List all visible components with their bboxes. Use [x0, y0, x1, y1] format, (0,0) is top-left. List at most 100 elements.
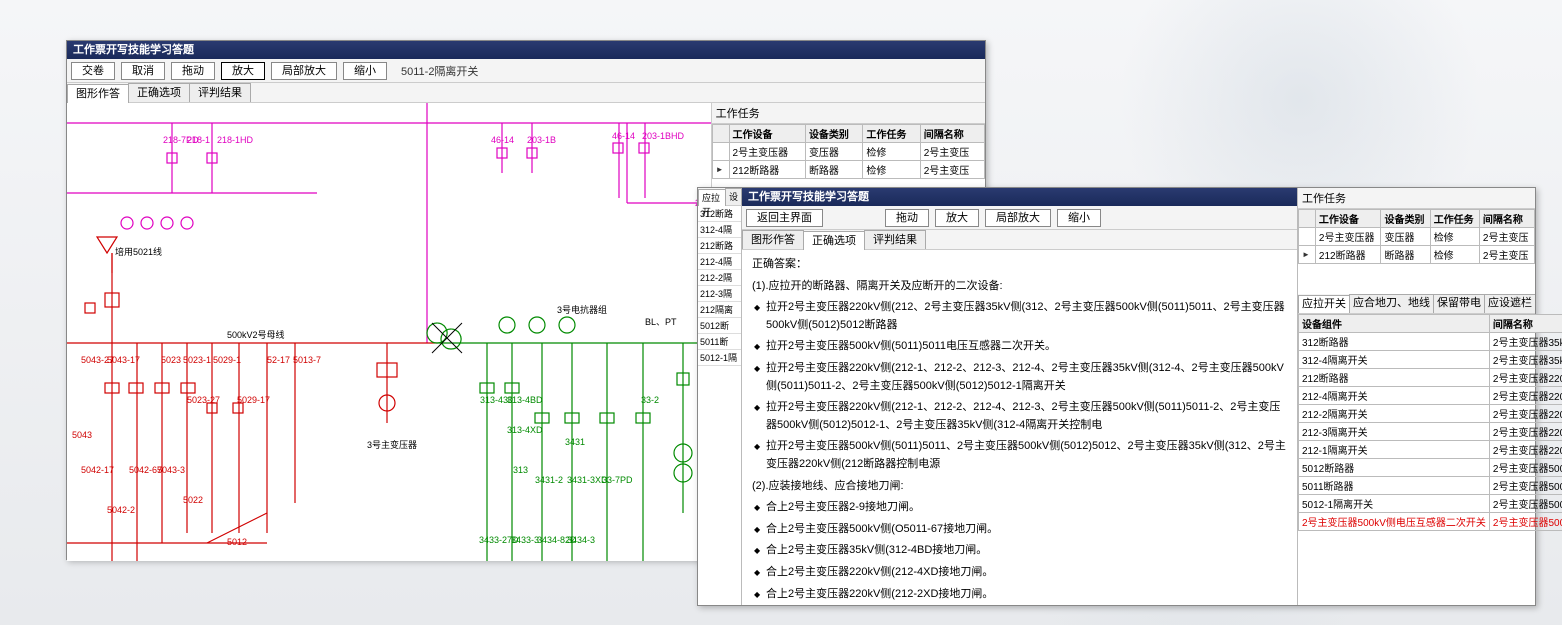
svg-text:BL、PT: BL、PT [645, 317, 677, 327]
table-row[interactable]: 212断路器断路器检修2号主变压 [1299, 246, 1535, 264]
svg-text:5023: 5023 [161, 355, 181, 365]
table-row[interactable]: 2号主变压器变压器检修2号主变压 [1299, 228, 1535, 246]
table-row-error[interactable]: 2号主变压器500kV侧电压互感器二次开关2号主变压器500拉开 [1299, 513, 1562, 531]
task-panel-label: 工作任务 [712, 103, 985, 124]
zoom-out-button[interactable]: 缩小 [343, 62, 387, 80]
svg-text:3433-3: 3433-3 [511, 535, 539, 545]
svg-text:5043-17: 5043-17 [107, 355, 140, 365]
tab-correct-2[interactable]: 正确选项 [803, 231, 865, 250]
svg-text:203-1B: 203-1B [527, 135, 556, 145]
table-row[interactable]: 5012断路器2号主变压器500拉开 [1299, 459, 1562, 477]
svg-text:5043: 5043 [72, 430, 92, 440]
label-bus: 500kV2号母线 [227, 329, 285, 340]
table-row[interactable]: 212-4隔离开关2号主变压器220拉开 [1299, 387, 1562, 405]
list-item[interactable]: 212-2隔 [698, 270, 741, 286]
list-item[interactable]: 212-3隔 [698, 286, 741, 302]
tab-correct[interactable]: 正确选项 [128, 83, 190, 102]
svg-text:5042-17: 5042-17 [81, 465, 114, 475]
svg-text:46-14: 46-14 [491, 135, 514, 145]
svg-text:3431-3XD: 3431-3XD [567, 475, 608, 485]
res-tab-2[interactable]: 保留带电 [1433, 294, 1485, 313]
svg-text:5043-3: 5043-3 [157, 465, 185, 475]
zoom-region-button[interactable]: 局部放大 [271, 62, 337, 80]
svg-text:218-1HD: 218-1HD [217, 135, 254, 145]
win2-title-bar[interactable]: 工作票开写技能学习答题 [742, 188, 1297, 206]
list-item[interactable]: 212断路 [698, 238, 741, 254]
label-xfmr: 3号主变压器 [367, 439, 417, 450]
res-tab-0[interactable]: 应拉开关 [1298, 295, 1350, 314]
tab-diagram-2[interactable]: 图形作答 [742, 230, 804, 249]
win1-tabs: 图形作答 正确选项 评判结果 [67, 83, 985, 103]
svg-text:52-17: 52-17 [267, 355, 290, 365]
svg-text:5023-27: 5023-27 [187, 395, 220, 405]
table-row[interactable]: 5011断路器2号主变压器500拉开 [1299, 477, 1562, 495]
svg-text:5029-1: 5029-1 [213, 355, 241, 365]
drag-button-2[interactable]: 拖动 [885, 209, 929, 227]
win2-task-table[interactable]: 工作设备 设备类别 工作任务 间隔名称 2号主变压器变压器检修2号主变压212断… [1298, 209, 1535, 264]
label-reactor: 3号电抗器组 [557, 304, 607, 315]
svg-text:3434-3: 3434-3 [567, 535, 595, 545]
list-item[interactable]: 212-4隔 [698, 254, 741, 270]
svg-text:203-1BHD: 203-1BHD [642, 131, 685, 141]
single-line-diagram: 203 218-7PD 218-1 218-1HD 46-14 203-1B 4… [67, 103, 712, 561]
svg-text:5013-7: 5013-7 [293, 355, 321, 365]
win2-result-table[interactable]: 设备组件 间隔名称 目标状态 312断路器2号主变压器35k拉开312-4隔离开… [1298, 314, 1562, 531]
tab-judge[interactable]: 评判结果 [189, 83, 251, 102]
task-table[interactable]: 工作设备 设备类别 工作任务 间隔名称 2号主变压器变压器检修2号主变压212断… [712, 124, 985, 179]
zoom-in-button[interactable]: 放大 [221, 62, 265, 80]
svg-text:218-1: 218-1 [187, 135, 210, 145]
zoom-out-button-2[interactable]: 缩小 [1057, 209, 1101, 227]
svg-text:5012: 5012 [227, 537, 247, 547]
table-row[interactable]: 212-1隔离开关2号主变压器220拉开 [1299, 441, 1562, 459]
answer-text[interactable]: 正确答案： (1).应拉开的断路器、隔离开关及应断开的二次设备: 拉开2号主变压… [742, 250, 1297, 605]
zoom-region-button-2[interactable]: 局部放大 [985, 209, 1051, 227]
cancel-button[interactable]: 取消 [121, 62, 165, 80]
list-item[interactable]: 312-4隔 [698, 222, 741, 238]
list-item[interactable]: 5011断 [698, 334, 741, 350]
zoom-in-button-2[interactable]: 放大 [935, 209, 979, 227]
label-line: 培用5021线 [115, 246, 162, 257]
diagram-canvas[interactable]: 203 218-7PD 218-1 218-1HD 46-14 203-1B 4… [67, 103, 712, 561]
svg-text:3431: 3431 [565, 437, 585, 447]
table-row[interactable]: 312断路器2号主变压器35k拉开 [1299, 333, 1562, 351]
list-item[interactable]: 5012-1隔 [698, 350, 741, 366]
submit-button[interactable]: 交卷 [71, 62, 115, 80]
res-tab-1[interactable]: 应合地刀、地线 [1349, 294, 1434, 313]
status-text: 5011-2隔离开关 [401, 63, 478, 79]
svg-text:5022: 5022 [183, 495, 203, 505]
svg-text:313-4BD: 313-4BD [507, 395, 543, 405]
win2-left-list[interactable]: 312断路312-4隔212断路212-4隔212-2隔212-3隔212隔离5… [698, 206, 741, 366]
table-row[interactable]: 5012-1隔离开关2号主变压器500拉开 [1299, 495, 1562, 513]
window-2: 应拉开 设 312断路312-4隔212断路212-4隔212-2隔212-3隔… [697, 187, 1536, 606]
drag-button[interactable]: 拖动 [171, 62, 215, 80]
svg-text:3431-2: 3431-2 [535, 475, 563, 485]
svg-text:5029-17: 5029-17 [237, 395, 270, 405]
svg-text:46-14: 46-14 [612, 131, 635, 141]
res-tab-3[interactable]: 应设遮栏 [1484, 294, 1535, 313]
svg-text:313-4XD: 313-4XD [507, 425, 543, 435]
win1-toolbar: 交卷 取消 拖动 放大 局部放大 缩小 5011-2隔离开关 [67, 59, 985, 83]
list-item[interactable]: 5012断 [698, 318, 741, 334]
back-button[interactable]: 返回主界面 [746, 209, 823, 227]
svg-text:313: 313 [513, 465, 528, 475]
table-row[interactable]: 312-4隔离开关2号主变压器35k拉开 [1299, 351, 1562, 369]
win2-task-label: 工作任务 [1298, 188, 1535, 209]
svg-text:33-2: 33-2 [641, 395, 659, 405]
win2-result-tabs: 应拉开关 应合地刀、地线 保留带电 应设遮栏 [1298, 294, 1535, 314]
win2-left-tab-open[interactable]: 应拉开 [698, 189, 726, 206]
win2-tabs: 图形作答 正确选项 评判结果 [742, 230, 1297, 250]
win2-toolbar: 返回主界面 拖动 放大 局部放大 缩小 [742, 206, 1297, 230]
svg-text:5042-2: 5042-2 [107, 505, 135, 515]
tab-judge-2[interactable]: 评判结果 [864, 230, 926, 249]
table-row[interactable]: 212-3隔离开关2号主变压器220拉开 [1299, 423, 1562, 441]
svg-text:5023-1: 5023-1 [183, 355, 211, 365]
table-row[interactable]: 212-2隔离开关2号主变压器220拉开 [1299, 405, 1562, 423]
list-item[interactable]: 212隔离 [698, 302, 741, 318]
win1-title-bar[interactable]: 工作票开写技能学习答题 [67, 41, 985, 59]
table-row[interactable]: 212断路器2号主变压器220拉开 [1299, 369, 1562, 387]
table-row[interactable]: 2号主变压器变压器检修2号主变压 [712, 143, 984, 161]
win2-left-tab-dev[interactable]: 设 [725, 188, 742, 205]
win2-title: 工作票开写技能学习答题 [748, 191, 869, 203]
tab-diagram[interactable]: 图形作答 [67, 84, 129, 103]
table-row[interactable]: 212断路器断路器检修2号主变压 [712, 161, 984, 179]
